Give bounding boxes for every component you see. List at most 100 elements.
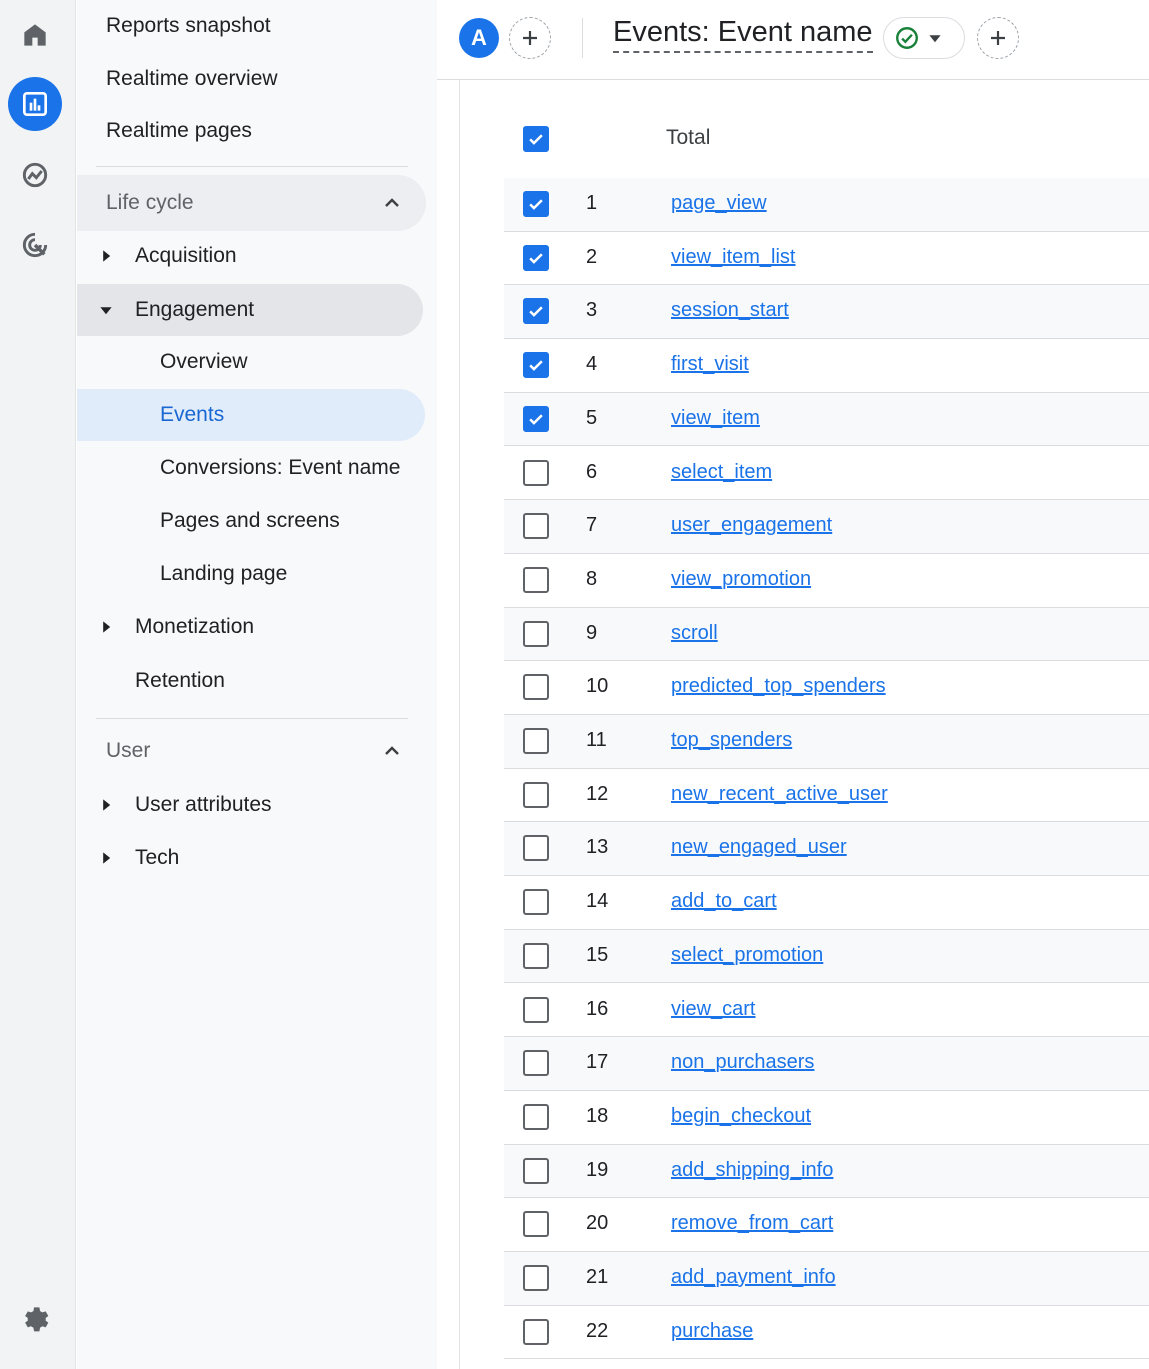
explore-icon[interactable] [8,148,62,202]
row-checkbox[interactable] [523,352,549,379]
row-number: 9 [586,621,598,644]
table-row: 6 select_item [504,447,1149,501]
row-number: 15 [586,943,609,966]
nav-engagement-overview[interactable]: Overview [77,336,425,388]
section-user[interactable]: User [77,723,426,779]
row-checkbox[interactable] [523,1265,549,1291]
row-number: 17 [586,1051,609,1074]
row-checkbox[interactable] [523,620,549,647]
row-number: 4 [586,353,598,376]
nav-reports-snapshot[interactable]: Reports snapshot [106,0,271,52]
nav-group-monetization[interactable]: Monetization [77,601,423,653]
row-checkbox[interactable] [523,459,549,486]
reports-icon[interactable] [8,77,62,131]
row-checkbox[interactable] [523,1157,549,1184]
report-status-dropdown[interactable] [883,17,965,59]
nav-group-user-attributes[interactable]: User attributes [77,779,423,831]
event-name-link[interactable]: begin_checkout [671,1105,811,1128]
row-checkbox[interactable] [523,1318,549,1345]
row-checkbox[interactable] [523,566,549,593]
nav-engagement-landing-page[interactable]: Landing page [77,548,425,600]
add-filter-button[interactable] [977,17,1019,59]
row-checkbox[interactable] [523,889,549,916]
event-name-link[interactable]: page_view [671,192,767,215]
advertising-icon[interactable] [8,218,62,272]
table-row: 22 purchase [504,1306,1149,1360]
section-lifecycle[interactable]: Life cycle [77,175,426,231]
table-row: 11 top_spenders [504,715,1149,769]
add-comparison-button[interactable] [509,17,551,59]
row-number: 8 [586,567,598,590]
table-row: 20 remove_from_cart [504,1198,1149,1252]
table-row: 9 scroll [504,607,1149,662]
check-circle-icon [896,27,918,49]
page-title[interactable]: Events: Event name [613,16,873,53]
nav-group-retention[interactable]: Retention [77,655,423,707]
event-name-link[interactable]: user_engagement [671,514,832,537]
event-name-link[interactable]: add_payment_info [671,1266,836,1289]
row-checkbox[interactable] [523,674,549,701]
settings-icon[interactable] [8,1291,62,1345]
table-row: 15 select_promotion [504,929,1149,984]
event-name-link[interactable]: new_engaged_user [671,836,847,859]
nav-group-engagement-label: Engagement [135,298,255,321]
row-number: 14 [586,890,609,913]
comparison-avatar[interactable]: A [459,18,499,58]
event-name-link[interactable]: purchase [671,1320,753,1343]
row-checkbox[interactable] [523,1211,549,1238]
row-checkbox[interactable] [523,728,549,754]
event-name-link[interactable]: select_promotion [671,944,823,967]
event-name-link[interactable]: remove_from_cart [671,1212,833,1235]
nav-realtime-overview[interactable]: Realtime overview [106,53,278,105]
row-checkbox[interactable] [523,405,549,432]
event-name-link[interactable]: view_promotion [671,568,811,591]
row-checkbox[interactable] [523,835,549,862]
event-name-link[interactable]: session_start [671,299,789,322]
row-checkbox[interactable] [523,513,549,540]
event-name-link[interactable]: predicted_top_spenders [671,675,886,698]
event-name-link[interactable]: view_item_list [671,246,795,269]
event-name-link[interactable]: scroll [671,622,718,645]
nav-group-tech[interactable]: Tech [77,832,423,884]
table-row: 16 view_cart [504,984,1149,1038]
table-row: 5 view_item [504,392,1149,447]
nav-engagement-events[interactable]: Events [77,389,425,441]
table-row: 19 add_shipping_info [504,1144,1149,1199]
row-checkbox[interactable] [523,298,549,325]
nav-group-engagement[interactable]: Engagement [77,284,423,336]
nav-engagement-pages-screens[interactable]: Pages and screens [77,495,425,547]
home-icon[interactable] [8,8,62,62]
table-row: 1 page_view [504,178,1149,232]
nav-group-monetization-label: Monetization [135,615,255,638]
event-name-link[interactable]: non_purchasers [671,1051,814,1074]
event-name-link[interactable]: add_shipping_info [671,1159,833,1182]
chevron-up-icon [385,746,399,755]
event-name-link[interactable]: view_cart [671,998,755,1021]
event-name-link[interactable]: add_to_cart [671,890,777,913]
table-row: 14 add_to_cart [504,876,1149,930]
nav-engagement-conversions[interactable]: Conversions: Event name [77,442,425,494]
event-name-link[interactable]: first_visit [671,353,749,376]
row-checkbox[interactable] [523,781,549,808]
row-number: 10 [586,675,609,698]
row-checkbox[interactable] [523,191,549,217]
event-name-link[interactable]: view_item [671,407,760,430]
nav-realtime-pages[interactable]: Realtime pages [106,105,252,157]
event-name-link[interactable]: top_spenders [671,729,792,752]
row-checkbox[interactable] [523,942,549,969]
section-lifecycle-label: Life cycle [106,191,194,214]
caret-down-icon [929,35,941,43]
table-row: 17 non_purchasers [504,1037,1149,1091]
event-name-link[interactable]: select_item [671,461,772,484]
row-checkbox[interactable] [523,244,549,271]
nav-group-acquisition[interactable]: Acquisition [77,230,423,282]
check-icon [529,134,543,145]
row-checkbox[interactable] [523,1103,549,1130]
select-all-checkbox[interactable] [523,126,549,152]
row-checkbox[interactable] [523,1050,549,1077]
plus-icon [523,31,537,45]
row-checkbox[interactable] [523,996,549,1023]
chevron-up-icon [385,198,399,207]
row-number: 18 [586,1104,609,1127]
event-name-link[interactable]: new_recent_active_user [671,783,888,806]
